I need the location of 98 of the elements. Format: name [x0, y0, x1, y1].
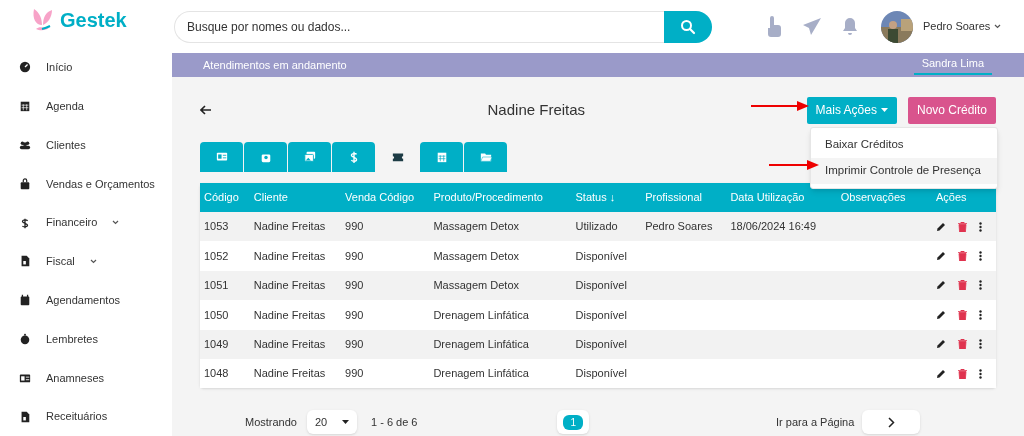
table-cell: Disponível — [575, 367, 627, 380]
table-cell: Massagem Detox — [433, 279, 519, 292]
more-options-icon[interactable] — [979, 339, 982, 350]
bag-icon — [19, 177, 31, 190]
page-title: Nadine Freitas — [487, 99, 586, 120]
new-credit-button[interactable]: Novo Crédito — [907, 96, 996, 124]
table-cell: 1051 — [204, 279, 229, 292]
showing-label: Mostrando — [245, 415, 297, 431]
bag-icon — [259, 151, 272, 163]
table-cell: Nadine Freitas — [253, 338, 326, 350]
annotation-arrow — [769, 160, 819, 170]
sidebar-item[interactable]: Vendas e Orçamentos — [0, 164, 172, 204]
users-icon — [19, 139, 31, 151]
search-field[interactable]: Busque por nomes ou dados... — [174, 10, 664, 43]
pencil-icon[interactable] — [936, 280, 946, 291]
user-menu[interactable]: Pedro Soares — [923, 18, 1002, 35]
sidebar-item[interactable]: Anamneses — [0, 358, 172, 398]
more-options-icon[interactable] — [979, 251, 982, 262]
chevron-down-icon — [89, 258, 97, 264]
table-cell: Drenagem Linfática — [433, 338, 529, 350]
pencil-icon[interactable] — [936, 221, 946, 232]
calendar-solid-icon — [19, 294, 31, 307]
table-cell: Nadine Freitas — [253, 367, 326, 380]
chevron-down-icon — [994, 24, 1002, 29]
goto-page-label: Ir para a Página — [776, 415, 855, 431]
pencil-icon[interactable] — [936, 368, 946, 379]
trash-icon[interactable] — [958, 339, 967, 350]
table-cell: 990 — [345, 367, 364, 380]
folder-icon — [479, 151, 492, 163]
trash-icon[interactable] — [958, 280, 967, 291]
table-cell: 990 — [345, 308, 364, 321]
table-cell: Drenagem Linfática — [433, 367, 529, 380]
trash-icon[interactable] — [958, 221, 967, 232]
caret-icon — [342, 420, 349, 425]
caret-icon — [880, 108, 888, 112]
table-cell: Nadine Freitas — [253, 279, 326, 292]
table-cell: Pedro Soares — [645, 220, 713, 233]
table-cell: Drenagem Linfática — [433, 308, 529, 321]
id-card-icon — [215, 151, 228, 163]
sidebar-item[interactable]: Agenda — [0, 86, 172, 126]
table-cell: Utilizado — [575, 220, 618, 233]
table-cell: 1053 — [204, 220, 229, 233]
file-icon — [19, 255, 31, 268]
table-cell: Massagem Detox — [433, 220, 519, 233]
menu-item[interactable]: Baixar Créditos — [811, 132, 997, 158]
table-cell: Disponível — [575, 249, 627, 262]
table-cell: Disponível — [575, 308, 627, 321]
back-arrow-icon[interactable] — [200, 105, 212, 115]
more-options-icon[interactable] — [979, 309, 982, 320]
table-cell: Nadine Freitas — [253, 220, 326, 233]
table-cell: 18/06/2024 16:49 — [730, 220, 817, 233]
table-cell: 990 — [345, 279, 364, 292]
search-button[interactable] — [664, 10, 712, 43]
more-options-icon[interactable] — [979, 221, 982, 232]
more-options-icon[interactable] — [979, 280, 982, 291]
gauge-icon — [19, 61, 31, 74]
banner-title: Atendimentos em andamento — [203, 57, 347, 73]
table-cell: 1052 — [204, 249, 229, 262]
trash-icon[interactable] — [958, 368, 967, 379]
table-cell: 1048 — [204, 367, 229, 380]
search-icon — [680, 18, 696, 35]
page-size-select[interactable]: 20 — [307, 410, 357, 435]
annotation-arrow — [751, 101, 809, 111]
table-cell: Disponível — [575, 338, 627, 350]
table-cell: 1049 — [204, 338, 229, 350]
trash-icon[interactable] — [958, 251, 967, 262]
more-options-icon[interactable] — [979, 368, 982, 379]
pencil-icon[interactable] — [936, 309, 946, 320]
sidebar-item[interactable]: Clientes — [0, 125, 172, 165]
calendar-icon — [435, 151, 448, 163]
table-cell: 1050 — [204, 308, 229, 321]
table-cell: Nadine Freitas — [253, 249, 326, 262]
table-cell: Nadine Freitas — [253, 308, 326, 321]
menu-item[interactable]: Imprimir Controle de Presença — [811, 158, 997, 184]
range-label: 1 - 6 de 6 — [371, 415, 418, 431]
sidebar-item[interactable]: Início — [0, 48, 172, 87]
chevron-down-icon — [112, 220, 120, 226]
sidebar-item[interactable]: Financeiro — [0, 203, 172, 242]
sidebar-item[interactable]: Receituários — [0, 397, 172, 436]
table-cell: Massagem Detox — [433, 249, 519, 262]
chevron-right-icon — [887, 416, 895, 428]
images-icon — [303, 151, 316, 163]
table-cell: Disponível — [575, 279, 627, 292]
sidebar-item[interactable]: Fiscal — [0, 242, 172, 281]
table-cell: 990 — [345, 249, 364, 262]
calendar-icon — [19, 100, 31, 113]
trash-icon[interactable] — [958, 309, 967, 320]
sidebar-item[interactable]: Lembretes — [0, 319, 172, 359]
table-cell: 990 — [345, 220, 364, 233]
pencil-icon[interactable] — [936, 339, 946, 350]
ticket-icon — [392, 151, 404, 163]
sidebar-item[interactable]: Agendamentos — [0, 280, 172, 320]
file-icon — [19, 410, 31, 423]
dollar-icon — [19, 216, 31, 229]
pencil-icon[interactable] — [936, 251, 946, 262]
stopwatch-icon — [19, 333, 31, 345]
logo-text: Gestek — [60, 8, 127, 33]
table-cell: 990 — [345, 338, 364, 350]
